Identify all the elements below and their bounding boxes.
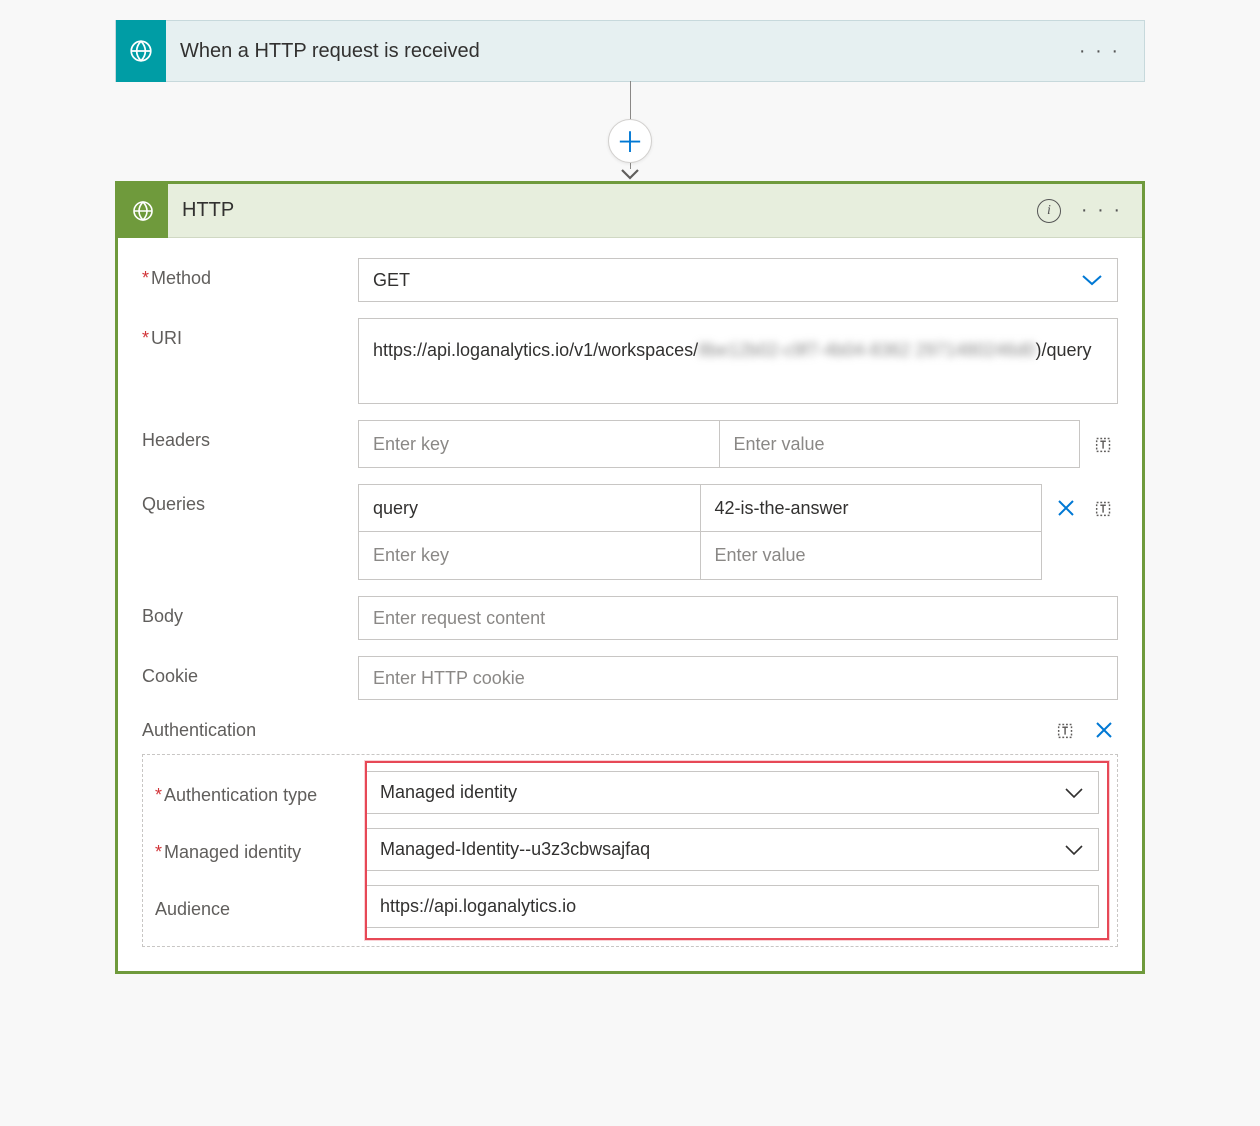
cookie-input[interactable]: Enter HTTP cookie bbox=[358, 656, 1118, 700]
managed-identity-select[interactable]: Managed-Identity--u3z3cbwsajfaq bbox=[365, 828, 1099, 871]
auth-type-label: *Authentication type bbox=[155, 779, 365, 806]
trigger-title: When a HTTP request is received bbox=[180, 40, 1055, 63]
headers-kv-pair: Enter key Enter value bbox=[358, 420, 1080, 468]
queries-row: Queries query 42-is-the-answer Enter key… bbox=[142, 484, 1118, 580]
auth-type-select[interactable]: Managed identity bbox=[365, 771, 1099, 814]
body-row: Body Enter request content bbox=[142, 596, 1118, 640]
query-key-input-empty[interactable]: Enter key bbox=[358, 532, 700, 580]
http-action-icon bbox=[118, 184, 168, 238]
method-row: *Method GET bbox=[142, 258, 1118, 302]
body-input[interactable]: Enter request content bbox=[358, 596, 1118, 640]
headers-row: Headers Enter key Enter value bbox=[142, 420, 1118, 468]
header-value-input[interactable]: Enter value bbox=[719, 420, 1081, 468]
cookie-row: Cookie Enter HTTP cookie bbox=[142, 656, 1118, 700]
auth-switch-text-mode-icon[interactable] bbox=[1052, 716, 1080, 744]
http-action-card: HTTP i · · · *Method GET *URI bbox=[115, 181, 1145, 974]
add-step-button[interactable]: ＋ bbox=[608, 119, 652, 163]
query-kv-pair-empty: Enter key Enter value bbox=[358, 532, 1042, 580]
authentication-label: Authentication bbox=[142, 720, 1052, 741]
authentication-inner: *Authentication type Managed identity *M… bbox=[142, 754, 1118, 947]
uri-label: *URI bbox=[142, 318, 358, 349]
connector: ＋ bbox=[115, 81, 1145, 181]
remove-authentication-icon[interactable] bbox=[1090, 716, 1118, 744]
switch-queries-text-mode-icon[interactable] bbox=[1090, 494, 1118, 522]
query-value-input-empty[interactable]: Enter value bbox=[700, 532, 1043, 580]
uri-row: *URI https://api.loganalytics.io/v1/work… bbox=[142, 318, 1118, 404]
info-icon[interactable]: i bbox=[1037, 199, 1061, 223]
uri-input[interactable]: https://api.loganalytics.io/v1/workspace… bbox=[358, 318, 1118, 404]
http-action-more-button[interactable]: · · · bbox=[1081, 199, 1122, 222]
delete-query-row-icon[interactable] bbox=[1052, 494, 1080, 522]
audience-label: Audience bbox=[155, 893, 365, 920]
queries-label: Queries bbox=[142, 484, 358, 515]
chevron-down-icon bbox=[1081, 273, 1103, 287]
method-label: *Method bbox=[142, 258, 358, 289]
chevron-down-icon bbox=[1064, 787, 1084, 799]
header-key-input[interactable]: Enter key bbox=[358, 420, 719, 468]
http-action-header[interactable]: HTTP i · · · bbox=[118, 184, 1142, 238]
query-kv-pair: query 42-is-the-answer bbox=[358, 484, 1042, 532]
method-select[interactable]: GET bbox=[358, 258, 1118, 302]
headers-label: Headers bbox=[142, 420, 358, 451]
body-label: Body bbox=[142, 596, 358, 627]
trigger-card[interactable]: When a HTTP request is received · · · bbox=[115, 20, 1145, 82]
arrow-down-icon bbox=[620, 167, 640, 181]
authentication-section: Authentication *Authentication type Ma bbox=[142, 716, 1118, 947]
http-action-title: HTTP bbox=[182, 199, 1037, 222]
http-request-icon bbox=[116, 20, 166, 82]
query-value-input[interactable]: 42-is-the-answer bbox=[700, 484, 1043, 532]
managed-identity-label: *Managed identity bbox=[155, 836, 365, 863]
trigger-more-button[interactable]: · · · bbox=[1055, 40, 1144, 63]
cookie-label: Cookie bbox=[142, 656, 358, 687]
switch-to-text-mode-icon[interactable] bbox=[1090, 430, 1118, 458]
audience-input[interactable]: https://api.loganalytics.io bbox=[365, 885, 1099, 928]
chevron-down-icon bbox=[1064, 844, 1084, 856]
method-value: GET bbox=[373, 270, 410, 291]
query-key-input[interactable]: query bbox=[358, 484, 700, 532]
